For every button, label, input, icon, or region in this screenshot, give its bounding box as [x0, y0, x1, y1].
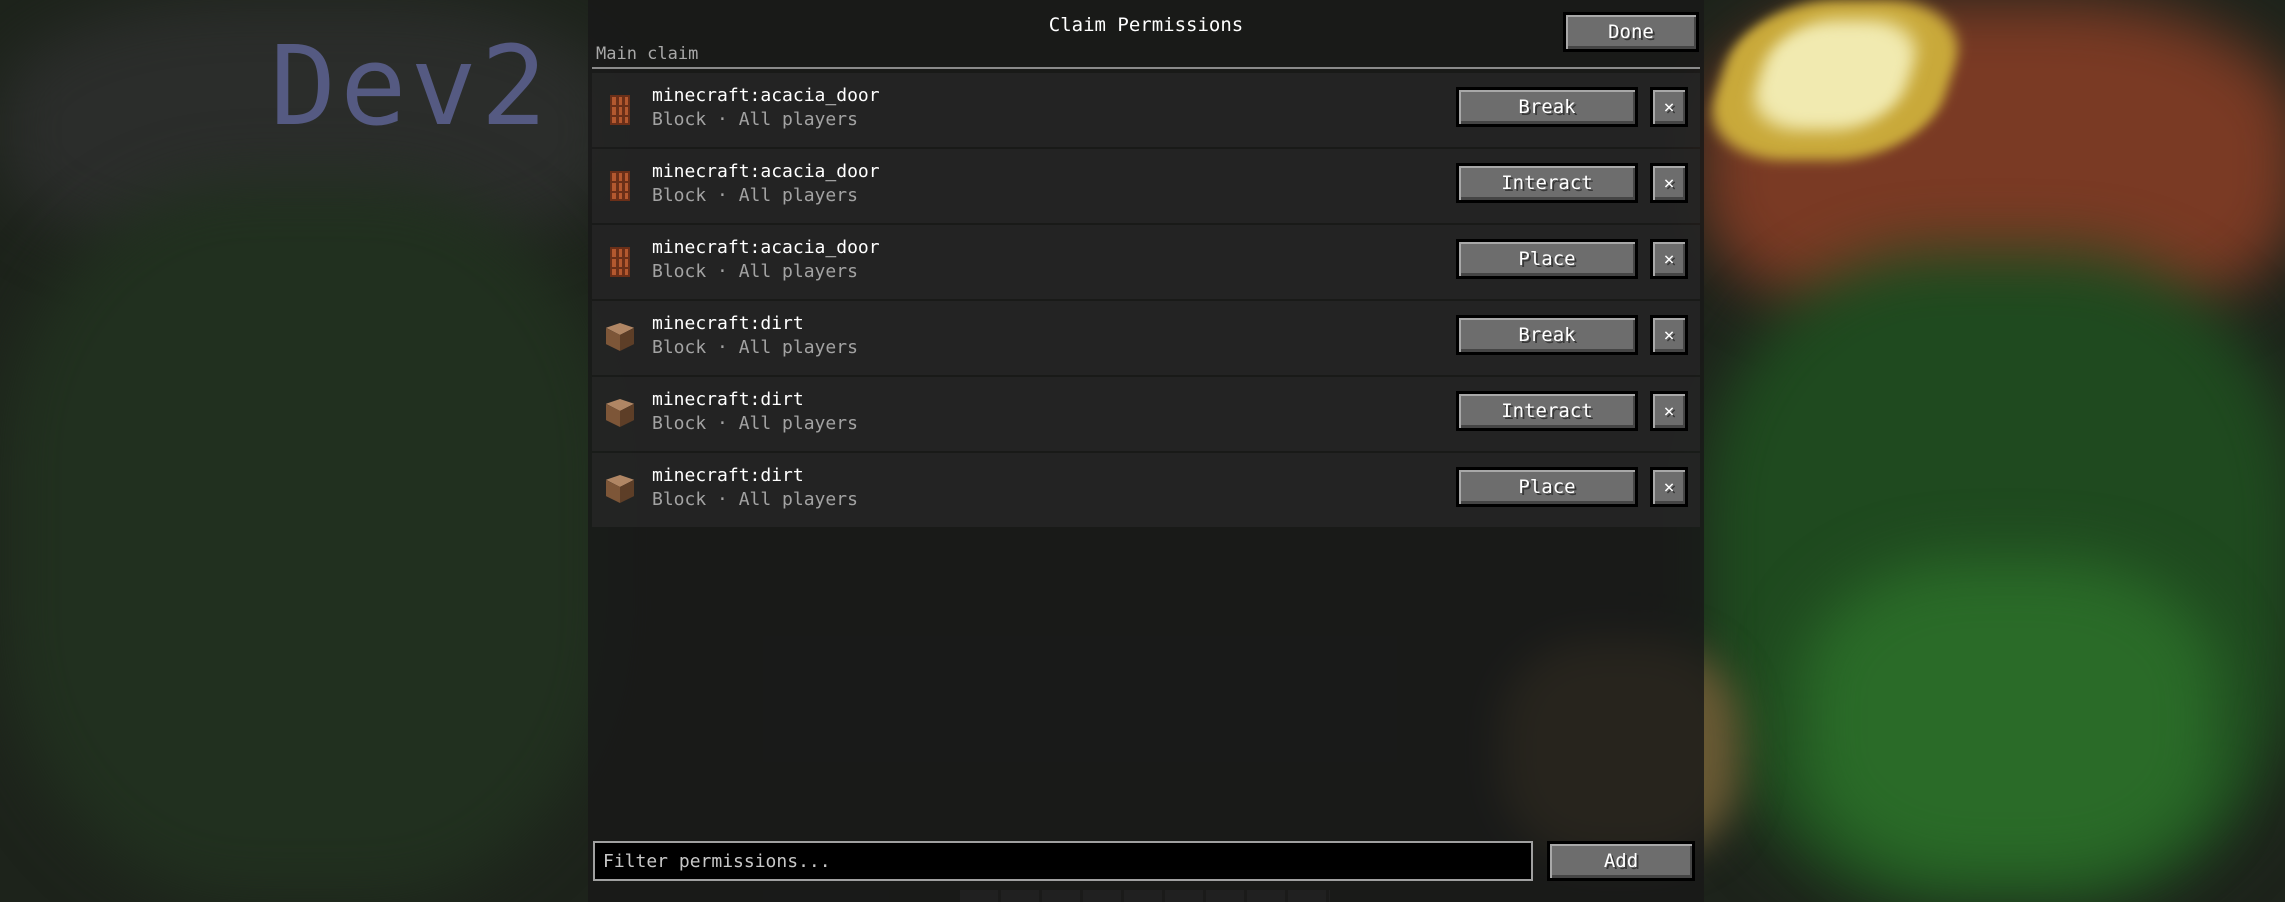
permission-action-button[interactable]: Interact: [1456, 391, 1638, 431]
remove-permission-button[interactable]: ×: [1650, 163, 1688, 203]
permission-row: minecraft:dirt Block · All players Inter…: [592, 377, 1700, 451]
remove-permission-button[interactable]: ×: [1650, 239, 1688, 279]
permission-target: minecraft:acacia_door: [652, 237, 880, 258]
permission-action-button[interactable]: Break: [1456, 315, 1638, 355]
permission-target: minecraft:acacia_door: [652, 161, 880, 182]
permission-row: minecraft:dirt Block · All players Place…: [592, 453, 1700, 527]
remove-permission-button[interactable]: ×: [1650, 467, 1688, 507]
permission-target: minecraft:dirt: [652, 389, 804, 410]
permission-row: minecraft:acacia_door Block · All player…: [592, 73, 1700, 147]
permission-action-button[interactable]: Break: [1456, 87, 1638, 127]
permission-list: minecraft:acacia_door Block · All player…: [592, 73, 1700, 529]
permission-target: minecraft:dirt: [652, 465, 804, 486]
permission-scope: Block · All players: [652, 489, 858, 510]
permission-action-button[interactable]: Place: [1456, 467, 1638, 507]
done-button[interactable]: Done: [1563, 12, 1699, 52]
remove-permission-button[interactable]: ×: [1650, 87, 1688, 127]
header-divider: [592, 67, 1700, 69]
permission-action-button[interactable]: Interact: [1456, 163, 1638, 203]
dirt-block-icon: [606, 475, 634, 505]
dev-watermark: Dev2: [270, 22, 551, 150]
permission-scope: Block · All players: [652, 261, 858, 282]
permission-target: minecraft:dirt: [652, 313, 804, 334]
permission-scope: Block · All players: [652, 413, 858, 434]
filter-permissions-input[interactable]: [593, 841, 1533, 881]
permission-scope: Block · All players: [652, 337, 858, 358]
remove-permission-button[interactable]: ×: [1650, 315, 1688, 355]
add-permission-button[interactable]: Add: [1547, 841, 1695, 881]
claim-permissions-panel: Claim Permissions Done Main claim minecr…: [588, 0, 1704, 902]
permission-row: minecraft:acacia_door Block · All player…: [592, 225, 1700, 299]
dirt-block-icon: [606, 323, 634, 353]
screen-title: Claim Permissions: [1048, 14, 1244, 36]
permission-action-button[interactable]: Place: [1456, 239, 1638, 279]
acacia-door-icon: [606, 95, 634, 125]
dirt-block-icon: [606, 399, 634, 429]
permission-scope: Block · All players: [652, 185, 858, 206]
permission-row: minecraft:dirt Block · All players Break…: [592, 301, 1700, 375]
permission-target: minecraft:acacia_door: [652, 85, 880, 106]
claim-subtitle: Main claim: [596, 44, 699, 64]
permission-scope: Block · All players: [652, 109, 858, 130]
permission-row: minecraft:acacia_door Block · All player…: [592, 149, 1700, 223]
remove-permission-button[interactable]: ×: [1650, 391, 1688, 431]
acacia-door-icon: [606, 247, 634, 277]
acacia-door-icon: [606, 171, 634, 201]
